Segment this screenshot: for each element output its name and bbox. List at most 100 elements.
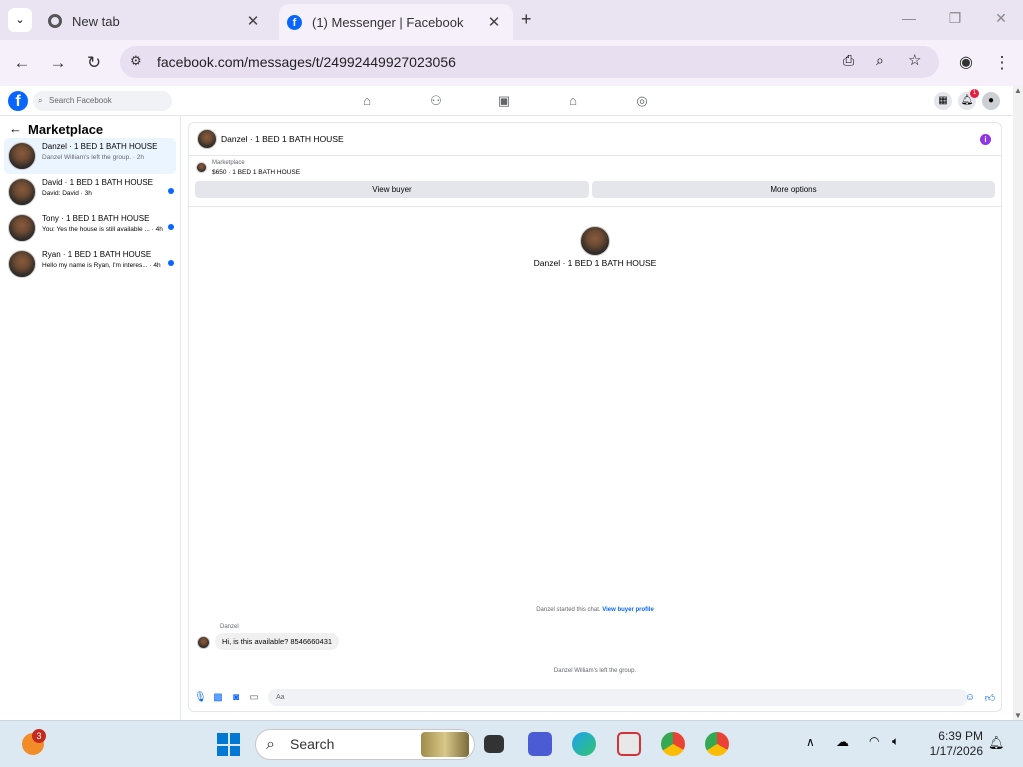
- scroll-up-icon[interactable]: ▲: [1013, 86, 1023, 95]
- facebook-logo-icon[interactable]: f: [8, 91, 28, 111]
- sender-name: Danzel: [220, 624, 239, 630]
- start-windows-icon[interactable]: [217, 733, 240, 756]
- sidebar-title: Marketplace: [28, 122, 104, 137]
- message-bubble[interactable]: Hi, is this available? 8546660431: [215, 633, 340, 650]
- snipping-tool-icon[interactable]: [617, 732, 641, 756]
- facebook-search-input[interactable]: ⌕ Search Facebook: [33, 91, 172, 111]
- sticker-icon[interactable]: ◙: [230, 692, 242, 703]
- conversation-item[interactable]: Ryan · 1 BED 1 BATH HOUSE Hello my name …: [4, 246, 176, 282]
- tab-new-tab[interactable]: New tab ✕: [40, 6, 270, 36]
- emoji-icon[interactable]: ☺: [964, 692, 976, 703]
- message-input[interactable]: Aa: [268, 689, 968, 706]
- marketplace-listing-card: Marketplace $650 · 1 BED 1 BATH HOUSE Vi…: [189, 157, 1001, 207]
- browser-toolbar: ← → ↻ ⚙ facebook.com/messages/t/24992449…: [0, 40, 1023, 86]
- scroll-down-icon[interactable]: ▼: [1013, 711, 1023, 720]
- gif-icon[interactable]: ▭: [248, 692, 260, 703]
- menu-grid-icon[interactable]: ▦: [934, 92, 952, 110]
- chrome-profile-icon[interactable]: [661, 732, 685, 756]
- tab-messenger[interactable]: f (1) Messenger | Facebook ✕: [279, 4, 513, 40]
- search-placeholder: Search Facebook: [49, 96, 112, 105]
- zoom-icon[interactable]: ⌕: [876, 52, 884, 69]
- chat-pane: Danzel · 1 BED 1 BATH HOUSE i Marketplac…: [188, 122, 1002, 712]
- view-buyer-profile-link[interactable]: View buyer profile: [602, 607, 654, 613]
- unread-dot-icon: [168, 188, 174, 194]
- unread-dot-icon: [168, 260, 174, 266]
- info-icon[interactable]: i: [980, 134, 991, 145]
- avatar: [8, 142, 36, 170]
- close-tab-icon[interactable]: ✕: [244, 12, 262, 30]
- bookmark-star-icon[interactable]: ☆: [908, 51, 921, 69]
- close-tab-icon[interactable]: ✕: [485, 13, 503, 31]
- conversation-preview: Danzel William's left the group. · 2h: [42, 154, 145, 161]
- edge-browser-icon[interactable]: [572, 732, 596, 756]
- close-window-icon[interactable]: ✕: [991, 10, 1011, 27]
- back-icon[interactable]: ←: [11, 52, 33, 74]
- account-avatar[interactable]: ●: [982, 92, 1000, 110]
- conversation-preview: You: Yes the house is still available ..…: [42, 226, 163, 233]
- new-tab-button[interactable]: +: [521, 9, 532, 30]
- wifi-icon[interactable]: ◠: [869, 734, 879, 748]
- like-thumb-icon[interactable]: 👍︎: [984, 692, 996, 704]
- started-text: Danzel started this chat.: [536, 607, 601, 613]
- listing-thumbnail: [196, 162, 207, 173]
- weather-badge: 3: [32, 729, 46, 743]
- tab-title: (1) Messenger | Facebook: [312, 14, 464, 30]
- chat-title[interactable]: Danzel · 1 BED 1 BATH HOUSE: [221, 134, 344, 144]
- microphone-icon[interactable]: 🎙︎: [194, 692, 207, 703]
- minimize-icon[interactable]: —: [899, 10, 919, 26]
- profile-icon[interactable]: ◉: [955, 52, 977, 74]
- view-buyer-button[interactable]: View buyer: [195, 181, 589, 198]
- video-icon[interactable]: ▣: [496, 93, 512, 109]
- home-icon[interactable]: ⌂: [359, 93, 375, 109]
- conversation-item[interactable]: Tony · 1 BED 1 BATH HOUSE You: Yes the h…: [4, 210, 176, 246]
- more-options-button[interactable]: More options: [592, 181, 995, 198]
- volume-icon[interactable]: 🔈︎: [892, 734, 899, 749]
- conversation-item[interactable]: David · 1 BED 1 BATH HOUSE David: David …: [4, 174, 176, 210]
- groups-icon[interactable]: ◎: [634, 93, 650, 109]
- taskbar-search[interactable]: ⌕ Search: [255, 729, 475, 760]
- conversation-name: Tony · 1 BED 1 BATH HOUSE: [42, 214, 150, 223]
- back-arrow-icon[interactable]: ←: [9, 121, 22, 136]
- contact-name: Danzel · 1 BED 1 BATH HOUSE: [533, 258, 657, 268]
- address-bar[interactable]: ⚙ facebook.com/messages/t/24992449927023…: [120, 46, 939, 78]
- listing-text: $650 · 1 BED 1 BATH HOUSE: [212, 169, 301, 176]
- notification-badge: 1: [970, 89, 979, 98]
- tab-search-button[interactable]: ⌄: [8, 8, 32, 32]
- page-scrollbar[interactable]: ▲ ▼: [1013, 86, 1023, 720]
- search-highlight-image: [421, 732, 469, 757]
- reload-icon[interactable]: ↻: [83, 52, 105, 74]
- avatar[interactable]: [197, 129, 217, 149]
- forward-icon[interactable]: →: [47, 52, 69, 74]
- install-app-icon[interactable]: ⎙: [843, 52, 854, 69]
- marketplace-sidebar: ← Marketplace Danzel · 1 BED 1 BATH HOUS…: [0, 116, 181, 720]
- conversation-name: Danzel · 1 BED 1 BATH HOUSE: [42, 142, 158, 151]
- clock-time: 6:39 PM: [938, 729, 983, 743]
- system-clock[interactable]: 6:39 PM 1/17/2026: [930, 729, 983, 759]
- site-info-icon[interactable]: ⚙: [130, 53, 142, 69]
- search-label: Search: [290, 736, 335, 752]
- conversation-name: Ryan · 1 BED 1 BATH HOUSE: [42, 250, 152, 259]
- tab-title: New tab: [72, 13, 120, 29]
- photo-icon[interactable]: ▩: [212, 692, 224, 703]
- chrome-icon: [48, 14, 62, 28]
- notification-center-bell-icon[interactable]: 🔔︎: [988, 735, 1005, 751]
- chrome-icon[interactable]: [705, 732, 729, 756]
- chat-header: Danzel · 1 BED 1 BATH HOUSE i: [189, 123, 1001, 156]
- message-composer: 🎙︎ ▩ ◙ ▭ Aa ☺ 👍︎: [189, 686, 1001, 710]
- show-hidden-icons-icon[interactable]: ∧: [806, 735, 815, 749]
- avatar: [8, 214, 36, 242]
- marketplace-icon[interactable]: ⌂: [565, 93, 581, 109]
- conversation-item[interactable]: Danzel · 1 BED 1 BATH HOUSE Danzel Willi…: [4, 138, 176, 174]
- menu-icon[interactable]: ⋮: [991, 52, 1013, 74]
- unread-dot-icon: [168, 224, 174, 230]
- contact-avatar: [580, 226, 610, 256]
- onedrive-offline-icon[interactable]: ☁: [836, 734, 849, 750]
- zoom-app-icon[interactable]: [528, 732, 552, 756]
- restore-icon[interactable]: ❐: [945, 10, 965, 27]
- task-view-icon[interactable]: [484, 735, 504, 753]
- facebook-icon: f: [287, 14, 302, 30]
- url-text[interactable]: facebook.com/messages/t/2499244992702305…: [157, 54, 456, 70]
- friends-icon[interactable]: ⚇: [428, 93, 444, 109]
- search-icon: ⌕: [38, 96, 43, 105]
- clock-date: 1/17/2026: [929, 744, 983, 758]
